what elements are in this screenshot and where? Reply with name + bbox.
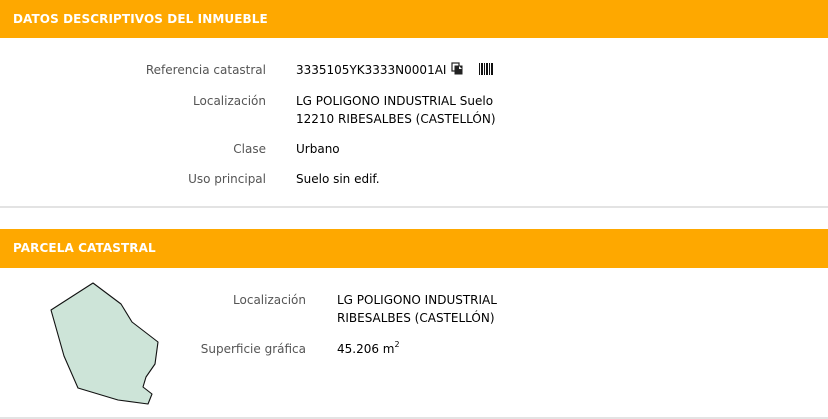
clase-label: Clase: [233, 142, 266, 156]
parcela-localizacion-label: Localización: [233, 293, 306, 307]
section-divider: [0, 206, 828, 208]
localizacion-line-2: 12210 RIBESALBES (CASTELLÓN): [296, 112, 496, 126]
barcode-icon[interactable]: [479, 62, 494, 80]
referencia-value[interactable]: 3335105YK3333N0001AI: [296, 63, 446, 77]
localizacion-label: Localización: [193, 94, 266, 108]
parcela-localizacion-line-2: RIBESALBES (CASTELLÓN): [337, 311, 495, 325]
localizacion-value: LG POLIGONO INDUSTRIAL Suelo 12210 RIBES…: [296, 92, 496, 128]
superficie-exponent: 2: [394, 340, 400, 349]
referencia-row: 3335105YK3333N0001AI: [296, 61, 494, 80]
section-header-inmueble: DATOS DESCRIPTIVOS DEL INMUEBLE: [0, 0, 828, 38]
uso-principal-value: Suelo sin edif.: [296, 172, 380, 186]
superficie-amount: 45.206 m: [337, 342, 395, 356]
parcela-localizacion-value: LG POLIGONO INDUSTRIAL RIBESALBES (CASTE…: [337, 291, 497, 327]
localizacion-line-1: LG POLIGONO INDUSTRIAL Suelo: [296, 94, 494, 108]
parcela-localizacion-line-1: LG POLIGONO INDUSTRIAL: [337, 293, 497, 307]
clase-value: Urbano: [296, 142, 340, 156]
uso-principal-label: Uso principal: [188, 172, 266, 186]
superficie-value: 45.206 m2: [337, 340, 400, 358]
section-header-parcela: PARCELA CATASTRAL: [0, 229, 828, 268]
copy-icon[interactable]: [451, 61, 463, 80]
parcel-map[interactable]: [48, 282, 160, 406]
parcel-shape[interactable]: [50, 282, 159, 405]
referencia-label: Referencia catastral: [145, 63, 266, 77]
superficie-label: Superficie gráfica: [200, 342, 306, 356]
